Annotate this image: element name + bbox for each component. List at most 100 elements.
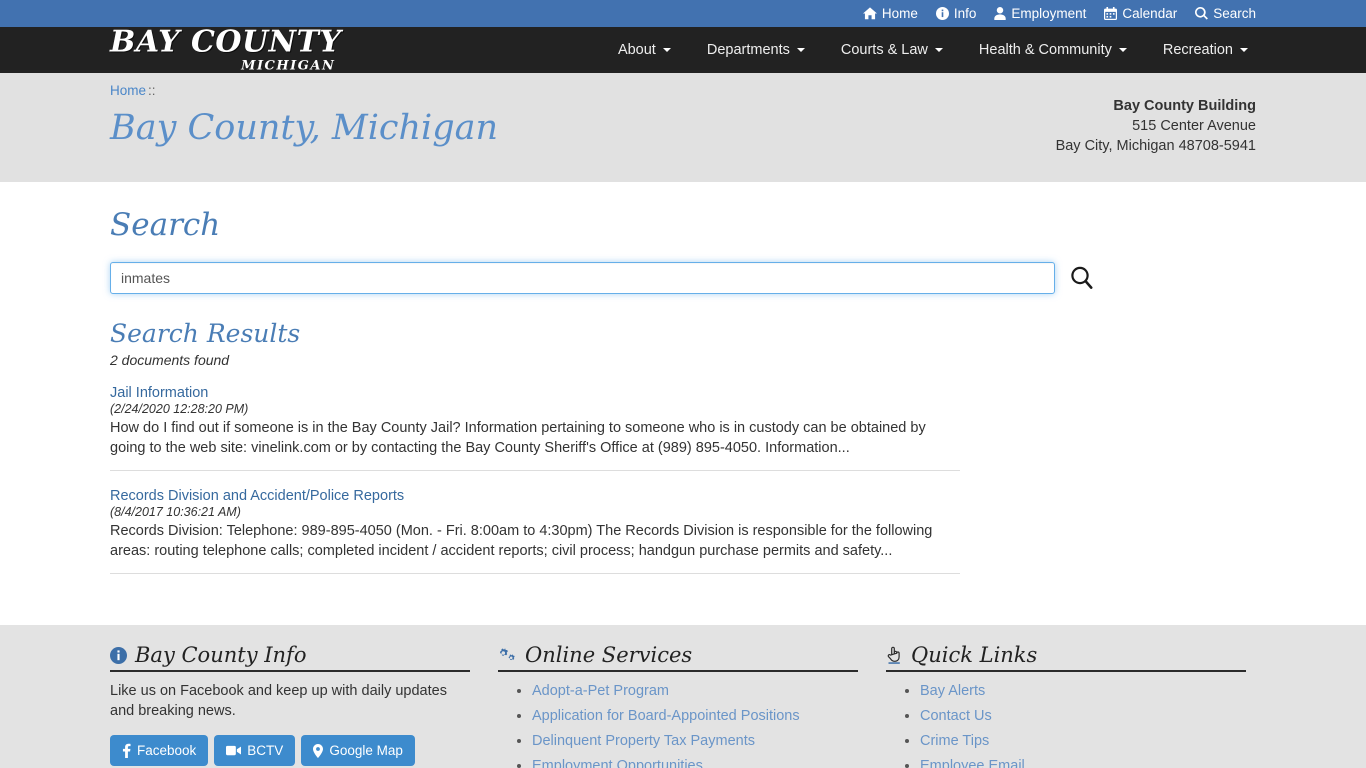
chevron-down-icon — [662, 48, 671, 52]
nav-item-label: Courts & Law — [840, 42, 928, 58]
search-icon — [1195, 7, 1209, 20]
google-map-button-label: Google Map — [329, 743, 403, 758]
page-root: Home Info Employment Calendar Search BAY… — [0, 0, 1366, 768]
footer-column-online-services: Online Services Adopt-a-Pet Program Appl… — [498, 643, 858, 768]
search-input[interactable] — [110, 262, 1055, 294]
result-snippet: Records Division: Telephone: 989-895-405… — [110, 523, 933, 559]
facebook-icon — [122, 743, 131, 758]
footer-info-text: Like us on Facebook and keep up with dai… — [110, 683, 447, 719]
site-footer: Bay County Info Like us on Facebook and … — [0, 625, 1366, 768]
topbar-link-info[interactable]: Info — [935, 5, 977, 21]
chevron-down-icon — [1240, 48, 1248, 52]
topbar-link-label: Search — [1213, 5, 1256, 21]
quick-link[interactable]: Bay Alerts — [920, 683, 985, 699]
list-item: Employment Opportunities — [532, 756, 858, 768]
list-item: Crime Tips — [920, 731, 1246, 751]
online-services-list: Adopt-a-Pet Program Application for Boar… — [498, 681, 858, 768]
result-snippet: How do I find out if someone is in the B… — [110, 420, 926, 456]
online-service-link[interactable]: Adopt-a-Pet Program — [532, 683, 669, 699]
nav-item-label: Health & Community — [978, 42, 1112, 58]
site-logo[interactable]: BAY COUNTY MICHIGAN — [110, 24, 342, 74]
search-icon — [1069, 265, 1095, 291]
nav-item-recreation[interactable]: Recreation — [1145, 27, 1266, 73]
nav-item-label: Departments — [706, 42, 790, 58]
search-result-item: Jail Information (2/24/2020 12:28:20 PM)… — [110, 384, 960, 471]
topbar-link-label: Employment — [1011, 5, 1087, 21]
result-date: (2/24/2020 12:28:20 PM) — [110, 402, 249, 416]
page-header-band: Home:: Bay County, Michigan Bay County B… — [0, 73, 1366, 182]
search-form — [110, 261, 1256, 295]
list-item: Bay Alerts — [920, 681, 1246, 701]
county-address-block: Bay County Building 515 Center Avenue Ba… — [1056, 96, 1256, 156]
info-circle-icon — [935, 7, 949, 20]
top-utility-bar: Home Info Employment Calendar Search — [0, 0, 1366, 27]
topbar-link-search[interactable]: Search — [1195, 7, 1256, 21]
result-title-link[interactable]: Records Division and Accident/Police Rep… — [110, 488, 404, 504]
main-navbar: BAY COUNTY MICHIGAN About Departments Co… — [0, 27, 1366, 73]
results-count: 2 documents found — [110, 352, 230, 368]
online-service-link[interactable]: Employment Opportunities — [532, 758, 703, 768]
list-item: Adopt-a-Pet Program — [532, 681, 858, 701]
address-line-street: 515 Center Avenue — [1132, 118, 1256, 134]
address-line-building: Bay County Building — [1113, 98, 1256, 114]
info-circle-icon — [110, 646, 127, 664]
quick-link[interactable]: Contact Us — [920, 708, 992, 724]
breadcrumb-link-home[interactable]: Home — [110, 83, 146, 98]
logo-main-text: BAY COUNTY — [110, 24, 342, 60]
nav-menu: About Departments Courts & Law Health & … — [600, 27, 1266, 73]
list-item: Contact Us — [920, 706, 1246, 726]
bctv-button[interactable]: BCTV — [214, 735, 296, 766]
search-results-list: Jail Information (2/24/2020 12:28:20 PM)… — [110, 384, 1256, 574]
topbar-link-label: Info — [953, 5, 977, 21]
top-utility-links: Home Info Employment Calendar Search — [862, 5, 1256, 21]
gears-icon — [498, 647, 517, 664]
topbar-link-label: Calendar — [1122, 5, 1178, 21]
hand-pointer-icon — [886, 646, 903, 664]
result-date: (8/4/2017 10:36:21 AM) — [110, 505, 241, 519]
user-icon — [994, 7, 1007, 20]
chevron-down-icon — [1118, 48, 1127, 52]
nav-item-about[interactable]: About — [600, 27, 689, 73]
footer-column-title: Bay County Info — [135, 643, 307, 667]
footer-column-quick-links: Quick Links Bay Alerts Contact Us Crime … — [886, 643, 1246, 768]
footer-column-bay-county-info: Bay County Info Like us on Facebook and … — [110, 643, 470, 768]
quick-link[interactable]: Employee Email — [920, 758, 1025, 768]
nav-item-departments[interactable]: Departments — [689, 27, 823, 73]
list-item: Delinquent Property Tax Payments — [532, 731, 858, 751]
address-line-city: Bay City, Michigan 48708-5941 — [1055, 138, 1256, 154]
main-content: Search Search Results 2 documents found — [0, 182, 1366, 625]
search-results-heading: Search Results — [110, 319, 301, 348]
bctv-button-label: BCTV — [247, 743, 284, 758]
quick-link[interactable]: Crime Tips — [920, 733, 989, 749]
online-service-link[interactable]: Delinquent Property Tax Payments — [532, 733, 755, 749]
topbar-link-calendar[interactable]: Calendar — [1104, 7, 1177, 21]
facebook-button-label: Facebook — [137, 743, 197, 758]
footer-column-title: Online Services — [525, 643, 693, 667]
online-service-link[interactable]: Application for Board-Appointed Position… — [532, 708, 800, 724]
footer-column-title: Quick Links — [911, 643, 1038, 667]
facebook-button[interactable]: Facebook — [110, 735, 209, 766]
search-submit-button[interactable] — [1065, 261, 1099, 295]
nav-item-label: About — [617, 42, 656, 58]
home-icon — [862, 7, 877, 20]
list-item: Application for Board-Appointed Position… — [532, 706, 858, 726]
nav-item-courts-law[interactable]: Courts & Law — [823, 27, 961, 73]
search-heading: Search — [110, 207, 221, 243]
topbar-link-home[interactable]: Home — [862, 5, 918, 21]
google-map-button[interactable]: Google Map — [301, 735, 415, 766]
footer-social-buttons: Facebook BCTV Google Map — [110, 735, 470, 766]
video-camera-icon — [226, 745, 242, 756]
quick-links-list: Bay Alerts Contact Us Crime Tips Employe… — [886, 681, 1246, 768]
result-title-link[interactable]: Jail Information — [110, 385, 208, 401]
list-item: Employee Email — [920, 756, 1246, 768]
calendar-icon — [1104, 7, 1118, 20]
topbar-link-label: Home — [881, 5, 918, 21]
nav-item-health-community[interactable]: Health & Community — [961, 27, 1145, 73]
chevron-down-icon — [934, 48, 943, 52]
topbar-link-employment[interactable]: Employment — [994, 7, 1086, 21]
logo-sub-text: MICHIGAN — [241, 58, 336, 74]
search-result-item: Records Division and Accident/Police Rep… — [110, 487, 960, 574]
map-marker-icon — [313, 743, 324, 758]
breadcrumb-separator: :: — [148, 83, 156, 98]
chevron-down-icon — [796, 48, 805, 52]
